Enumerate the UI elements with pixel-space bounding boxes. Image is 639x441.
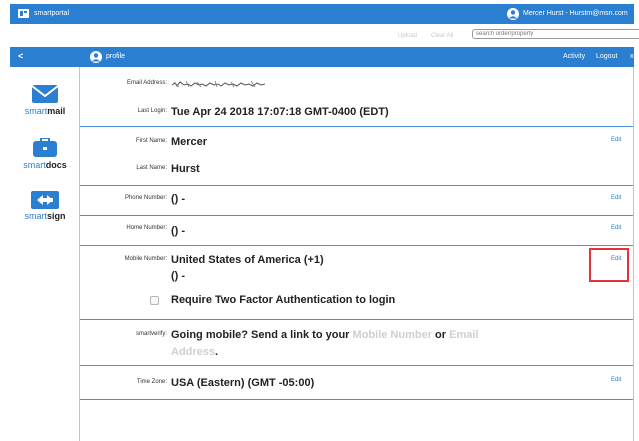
time-zone-value: USA (Eastern) (GMT -05:00) [171,377,315,389]
sign-arrows-icon [31,191,59,209]
edit-name-button[interactable]: Edit [611,137,621,143]
user-avatar-icon[interactable] [507,8,519,20]
first-name-value: Mercer [171,136,208,148]
edit-home-button[interactable]: Edit [611,225,621,231]
divider [80,215,634,216]
two-factor-label: Require Two Factor Authentication to log… [171,294,396,306]
mobile-number-value: () - [171,270,186,282]
phone-number-label: Phone Number: [124,195,167,201]
sidebar-item-label-bold: sign [46,211,66,221]
first-name-label: First Name: [135,138,167,144]
sidebar-item-smartsign[interactable]: smartsign [10,191,80,221]
activity-link[interactable]: Activity [563,53,585,60]
time-zone-label: Time Zone: [136,379,167,385]
clear-all-button[interactable]: Clear All [431,33,453,39]
email-address-label: Email Address: [126,80,167,86]
mobile-number-label: Mobile Number: [124,256,167,262]
close-button[interactable]: x [630,53,634,60]
sidebar-item-smartmail[interactable]: smartmail [10,84,80,116]
profile-content: Email Address: Last Login: Tue Apr 24 20… [80,67,634,441]
top-bar: smartportal Mercer Hurst - Hurstm@msn.co… [10,4,634,24]
last-login-value: Tue Apr 24 2018 17:07:18 GMT-0400 (EDT) [171,106,389,118]
redacted-email-value [171,80,266,88]
sidebar-item-label: smart [24,211,47,221]
sidebar-item-smartdocs[interactable]: smartdocs [10,138,80,170]
divider [80,126,634,127]
edit-phone-button[interactable]: Edit [611,195,621,201]
sidebar-item-label-bold: docs [45,160,67,170]
sidebar-item-label-bold: mail [47,106,66,116]
smartverify-label: smartverify: [135,331,167,337]
or-text: or [435,329,447,341]
smartverify-text: Going mobile? Send a link to your [171,329,350,341]
last-name-value: Hurst [171,163,200,175]
mobile-number-link[interactable]: Mobile Number [353,329,432,341]
upload-button[interactable]: Upload [398,33,417,39]
home-number-label: Home Number: [126,225,167,231]
last-login-label: Last Login: [137,108,167,114]
home-number-value: () - [171,225,186,237]
back-button[interactable]: < [18,51,23,61]
sidebar: smartmail smartdocs smartsign [10,67,80,441]
profile-title: profile [106,53,126,60]
profile-nav-bar: < profile Activity Logout x [10,47,634,67]
divider [80,319,634,320]
sidebar-item-label: smart [23,160,46,170]
edit-timezone-button[interactable]: Edit [611,377,621,383]
profile-icon [90,51,102,63]
divider [80,399,634,400]
last-name-label: Last Name: [136,165,167,171]
smartverify-line: Going mobile? Send a link to your Mobile… [171,329,478,341]
action-bar: Upload Clear All [10,24,639,46]
smartportal-logo-icon [18,9,29,18]
edit-mobile-highlight [589,248,629,282]
two-factor-checkbox[interactable] [150,296,159,305]
divider [80,365,634,366]
sidebar-item-label: smart [24,106,48,116]
logout-link[interactable]: Logout [596,53,617,60]
email-link[interactable]: Email [449,329,478,341]
app-brand[interactable]: smartportal [34,10,69,17]
period-text: . [215,346,219,358]
address-link[interactable]: Address [171,346,215,358]
briefcase-icon [33,138,57,157]
divider [80,245,634,246]
user-account-label[interactable]: Mercer Hurst - Hurstm@msn.com [523,10,628,17]
search-input[interactable] [472,29,639,39]
phone-number-value: () - [171,193,186,205]
mobile-country-value: United States of America (+1) [171,254,324,266]
smartverify-line-2: Address. [171,346,218,358]
divider [80,185,634,186]
envelope-icon [31,85,59,103]
